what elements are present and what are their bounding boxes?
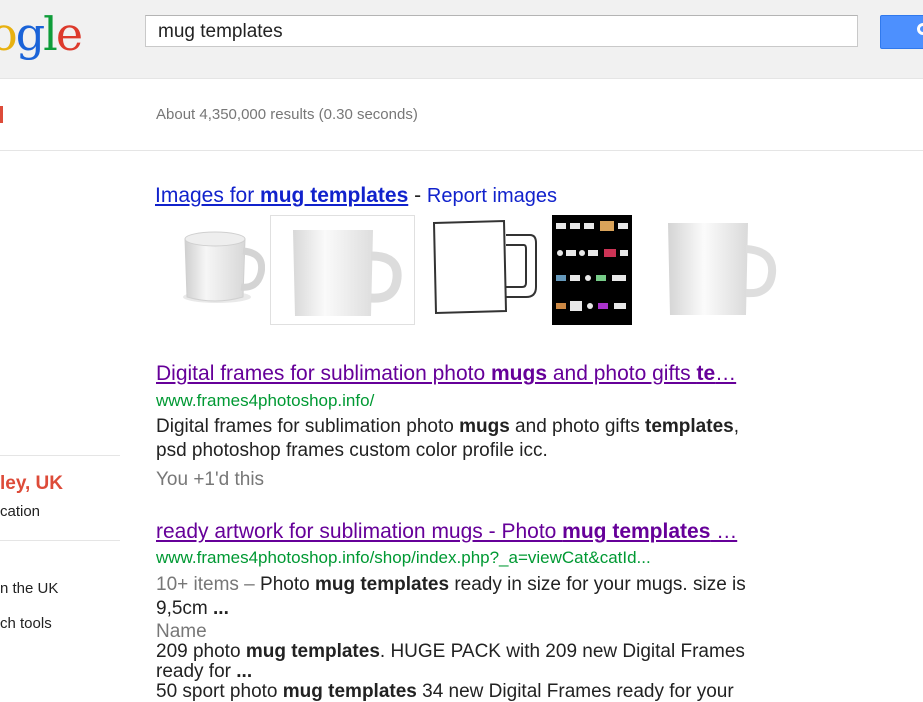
logo-letter: g	[15, 7, 45, 61]
snippet-text: Digital frames for sublimation photo	[156, 416, 460, 437]
result-title-link[interactable]: ready artwork for sublimation mugs - Pho…	[156, 520, 796, 544]
top-bar: ogle	[0, 0, 923, 79]
result-title-text: Digital frames for sublimation photo	[156, 362, 491, 385]
snippet-text: Photo	[260, 574, 315, 595]
items-count: 10+ items	[156, 574, 239, 595]
report-images-link[interactable]: Report images	[427, 185, 557, 207]
search-box[interactable]	[145, 15, 858, 47]
image-thumb-mug-1[interactable]	[173, 217, 265, 309]
snippet-line: Digital frames for sublimation photo mug…	[156, 415, 796, 439]
search-icon	[917, 23, 923, 35]
logo-letter: o	[0, 7, 18, 61]
table-cell-text: 209 photo	[156, 641, 246, 662]
snippet-text: 9,5cm	[156, 598, 214, 619]
image-thumb-template-collage[interactable]	[552, 215, 632, 325]
snippet-line: psd photoshop frames custom color profil…	[156, 439, 796, 463]
logo-letter: l	[43, 7, 58, 61]
result-title-link[interactable]: Digital frames for sublimation photo mug…	[156, 362, 796, 386]
sidebar-divider	[0, 540, 120, 541]
snippet-text: psd photoshop frames custom color profil…	[156, 440, 548, 461]
result-title-text: and photo gifts	[547, 362, 697, 385]
snippet-line: 9,5cm ...	[156, 597, 796, 621]
table-header: Name	[156, 621, 207, 642]
mug-photo-icon	[293, 230, 402, 316]
search-button[interactable]	[880, 15, 923, 49]
result-url: www.frames4photoshop.info/	[156, 391, 375, 410]
snippet-bold: mug templates	[314, 574, 450, 595]
divider	[0, 150, 923, 151]
mug-outline-icon	[432, 219, 537, 315]
sidebar-change-location-link[interactable]: cation	[0, 503, 40, 520]
result-table: Name 209 photo mug templates. HUGE PACK …	[156, 622, 796, 702]
sidebar-link-search-tools[interactable]: ch tools	[0, 615, 52, 632]
snippet-text: ,	[733, 416, 739, 437]
images-header-separator: -	[408, 184, 427, 207]
table-row: 209 photo mug templates. HUGE PACK with …	[156, 642, 796, 662]
result-title-ellipsis: …	[710, 520, 738, 543]
result-title-bold: mugs	[491, 362, 548, 385]
images-link[interactable]: Images for mug templates	[155, 184, 408, 207]
result-title-bold: mug templates	[562, 520, 711, 543]
table-cell-bold: ...	[236, 661, 253, 682]
mug-photo-icon	[183, 231, 265, 303]
table-cell-bold: mug templates	[282, 681, 417, 702]
table-cell-text: ready for	[156, 661, 237, 682]
result-title-ellipsis: …	[715, 362, 737, 385]
table-row: ready for ...	[156, 662, 796, 682]
table-cell-bold: mug templates	[245, 641, 380, 662]
snippet-bold: ...	[213, 598, 229, 619]
plus-one-annotation: You +1'd this	[156, 469, 265, 490]
google-logo[interactable]: ogle	[0, 6, 83, 62]
mug-photo-icon	[668, 223, 777, 315]
images-header: Images for mug templates - Report images	[155, 184, 557, 208]
result-stats: About 4,350,000 results (0.30 seconds)	[156, 106, 418, 123]
images-link-prefix: Images for	[155, 184, 261, 207]
result-title-bold: te	[696, 362, 716, 385]
image-thumb-mug-outline[interactable]	[430, 217, 538, 317]
table-cell-text: . HUGE PACK with 209 new Digital Frames	[379, 641, 745, 662]
snippet-bold: templates	[645, 416, 734, 437]
sidebar-link-pages-uk[interactable]: n the UK	[0, 580, 58, 597]
result-title-text: ready artwork for sublimation mugs - Pho…	[156, 520, 563, 543]
table-cell-text: 34 new Digital Frames ready for your	[416, 681, 734, 702]
table-cell-text: 50 sport photo	[156, 681, 283, 702]
result-url: www.frames4photoshop.info/shop/index.php…	[156, 548, 651, 567]
sidebar-divider	[0, 455, 120, 456]
snippet-text: and photo gifts	[509, 416, 645, 437]
table-row: 50 sport photo mug templates 34 new Digi…	[156, 682, 796, 702]
search-input[interactable]	[158, 19, 848, 45]
images-link-query: mug templates	[260, 184, 409, 207]
snippet-bold: mugs	[459, 416, 510, 437]
items-dash: –	[238, 574, 261, 595]
image-thumb-mug-2[interactable]	[270, 215, 415, 325]
result-snippet: 10+ items – Photo mug templates ready in…	[156, 573, 796, 621]
logo-letter: e	[55, 7, 83, 61]
snippet-line: 10+ items – Photo mug templates ready in…	[156, 573, 796, 597]
sidebar-location-name: ley, UK	[0, 473, 64, 494]
snippet-text: ready in size for your mugs. size is	[449, 574, 746, 595]
result-snippet: Digital frames for sublimation photo mug…	[156, 415, 796, 463]
sidebar-active-indicator	[0, 106, 3, 123]
image-thumb-mug-3[interactable]	[650, 215, 780, 325]
template-collage-icon	[552, 215, 632, 325]
